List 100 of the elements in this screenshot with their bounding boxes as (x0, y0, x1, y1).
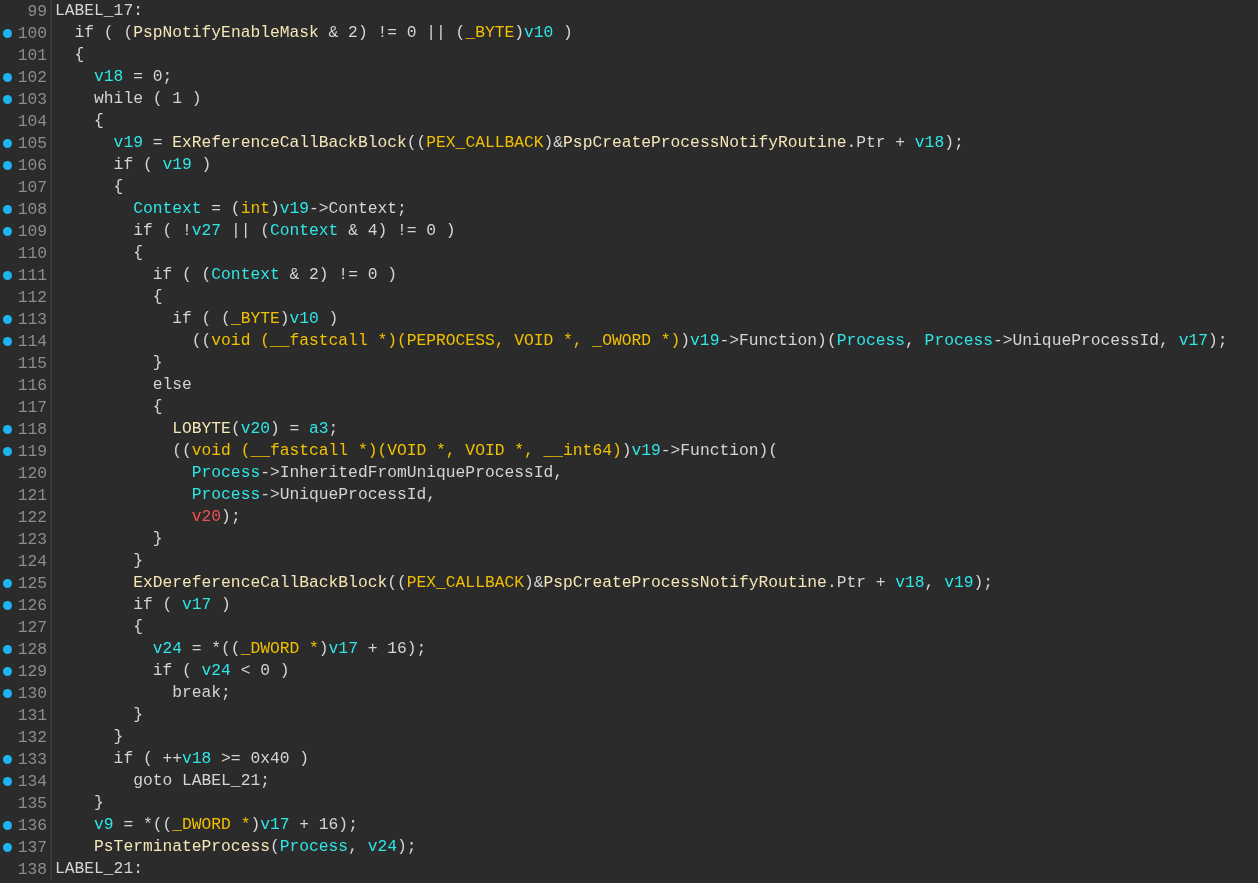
line-number: 120 (16, 463, 48, 483)
code-line: { (151, 286, 163, 308)
line-number: 105 (16, 133, 48, 153)
code-line: } (132, 550, 143, 572)
line-number: 106 (16, 155, 48, 175)
code-line: if ( (Context & 2) != 0 ) (151, 264, 397, 286)
line-number: 103 (16, 89, 48, 109)
line-number: 135 (16, 793, 48, 813)
code-line: if ( v19 ) (112, 154, 212, 176)
code-line: v24 = *((_DWORD *)v17 + 16); (151, 638, 427, 660)
breakpoint-dot[interactable] (2, 688, 12, 698)
breakpoint-dot[interactable] (2, 600, 12, 610)
line-number: 107 (16, 177, 48, 197)
line-number: 101 (16, 45, 48, 65)
code-line: Context = (int)v19->Context; (132, 198, 407, 220)
line-number: 132 (16, 727, 48, 747)
code-line: { (112, 176, 124, 198)
code-line: if ( ++v18 >= 0x40 ) (112, 748, 310, 770)
breakpoint-dot[interactable] (2, 94, 12, 104)
line-number: 112 (16, 287, 48, 307)
code-line: LABEL_21: (55, 858, 143, 880)
code-line: Process->InheritedFromUniqueProcessId, (190, 462, 564, 484)
breakpoint-dot[interactable] (2, 776, 12, 786)
code-line: if ( !v27 || (Context & 4) != 0 ) (132, 220, 456, 242)
line-number: 99 (26, 1, 48, 21)
code-line: goto LABEL_21; (132, 770, 270, 792)
breakpoint-dot[interactable] (2, 270, 12, 280)
code-line: } (112, 726, 124, 748)
code-line: LOBYTE(v20) = a3; (171, 418, 339, 440)
code-line: if ( (_BYTE)v10 ) (171, 308, 339, 330)
code-line: v9 = *((_DWORD *)v17 + 16); (93, 814, 358, 836)
code-line: if ( v24 < 0 ) (151, 660, 290, 682)
code-line: { (93, 110, 104, 132)
line-number: 138 (16, 859, 48, 879)
breakpoint-dot[interactable] (2, 226, 12, 236)
breakpoint-dot[interactable] (2, 446, 12, 456)
line-number: 104 (16, 111, 48, 131)
code-line: v20); (190, 506, 241, 528)
code-line: ExDereferenceCallBackBlock((PEX_CALLBACK)&PspCreateProcessNotifyRoutine.Ptr + v18, v19); (132, 572, 993, 594)
code-line: { (132, 616, 143, 638)
code-line: else (151, 374, 192, 396)
breakpoint-dot[interactable] (2, 204, 12, 214)
code-line: v19 = ExReferenceCallBackBlock((PEX_CALLBACK)&PspCreateProcessNotifyRoutine.Ptr + v18); (112, 132, 964, 154)
line-number: 134 (16, 771, 48, 791)
line-number: 136 (16, 815, 48, 835)
line-number: 119 (16, 441, 48, 461)
code-line: ((void (__fastcall *)(PEPROCESS, VOID *, _OWORD *))v19->Function)(Process, Process->UniqueProcessId, v17); (190, 330, 1228, 352)
breakpoint-dot[interactable] (2, 754, 12, 764)
line-number: 125 (16, 573, 48, 593)
code-line: if ( (PspNotifyEnableMask & 2) != 0 || (_BYTE)v10 ) (73, 22, 573, 44)
breakpoint-dot[interactable] (2, 424, 12, 434)
code-line: { (73, 44, 85, 66)
line-number: 121 (16, 485, 48, 505)
line-number: 108 (16, 199, 48, 219)
line-number: 109 (16, 221, 48, 241)
code-line: while ( 1 ) (93, 88, 202, 110)
code-line: ((void (__fastcall *)(VOID *, VOID *, __int64))v19->Function)( (171, 440, 779, 462)
breakpoint-dot[interactable] (2, 138, 12, 148)
line-number: 111 (16, 265, 48, 285)
line-number: 113 (16, 309, 48, 329)
code-line: if ( v17 ) (132, 594, 231, 616)
breakpoint-dot[interactable] (2, 578, 12, 588)
breakpoint-dot[interactable] (2, 72, 12, 82)
line-number: 117 (16, 397, 48, 417)
line-number: 100 (16, 23, 48, 43)
line-number: 114 (16, 331, 48, 351)
line-number: 115 (16, 353, 48, 373)
breakpoint-dot[interactable] (2, 314, 12, 324)
line-number: 102 (16, 67, 48, 87)
line-number: 123 (16, 529, 48, 549)
breakpoint-dot[interactable] (2, 842, 12, 852)
code-line: PsTerminateProcess(Process, v24); (93, 836, 417, 858)
code-line: v18 = 0; (93, 66, 173, 88)
line-number: 129 (16, 661, 48, 681)
breakpoint-dot[interactable] (2, 644, 12, 654)
code-line: } (151, 528, 163, 550)
line-number: 137 (16, 837, 48, 857)
breakpoint-dot[interactable] (2, 666, 12, 676)
code-line: { (132, 242, 143, 264)
line-number: 124 (16, 551, 48, 571)
line-number: 118 (16, 419, 48, 439)
breakpoint-dot[interactable] (2, 160, 12, 170)
breakpoint-dot[interactable] (2, 28, 12, 38)
line-number: 126 (16, 595, 48, 615)
breakpoint-dot[interactable] (2, 336, 12, 346)
line-number: 122 (16, 507, 48, 527)
code-line: { (151, 396, 163, 418)
code-line: } (93, 792, 104, 814)
code-line: Process->UniqueProcessId, (190, 484, 437, 506)
line-number: 110 (16, 243, 48, 263)
line-number: 131 (16, 705, 48, 725)
breakpoint-dot[interactable] (2, 820, 12, 830)
line-number: 127 (16, 617, 48, 637)
line-number: 116 (16, 375, 48, 395)
code-line: LABEL_17: (55, 0, 143, 22)
code-line: } (151, 352, 163, 374)
code-line: break; (171, 682, 231, 704)
code-line: } (132, 704, 143, 726)
line-number: 130 (16, 683, 48, 703)
line-number: 133 (16, 749, 48, 769)
